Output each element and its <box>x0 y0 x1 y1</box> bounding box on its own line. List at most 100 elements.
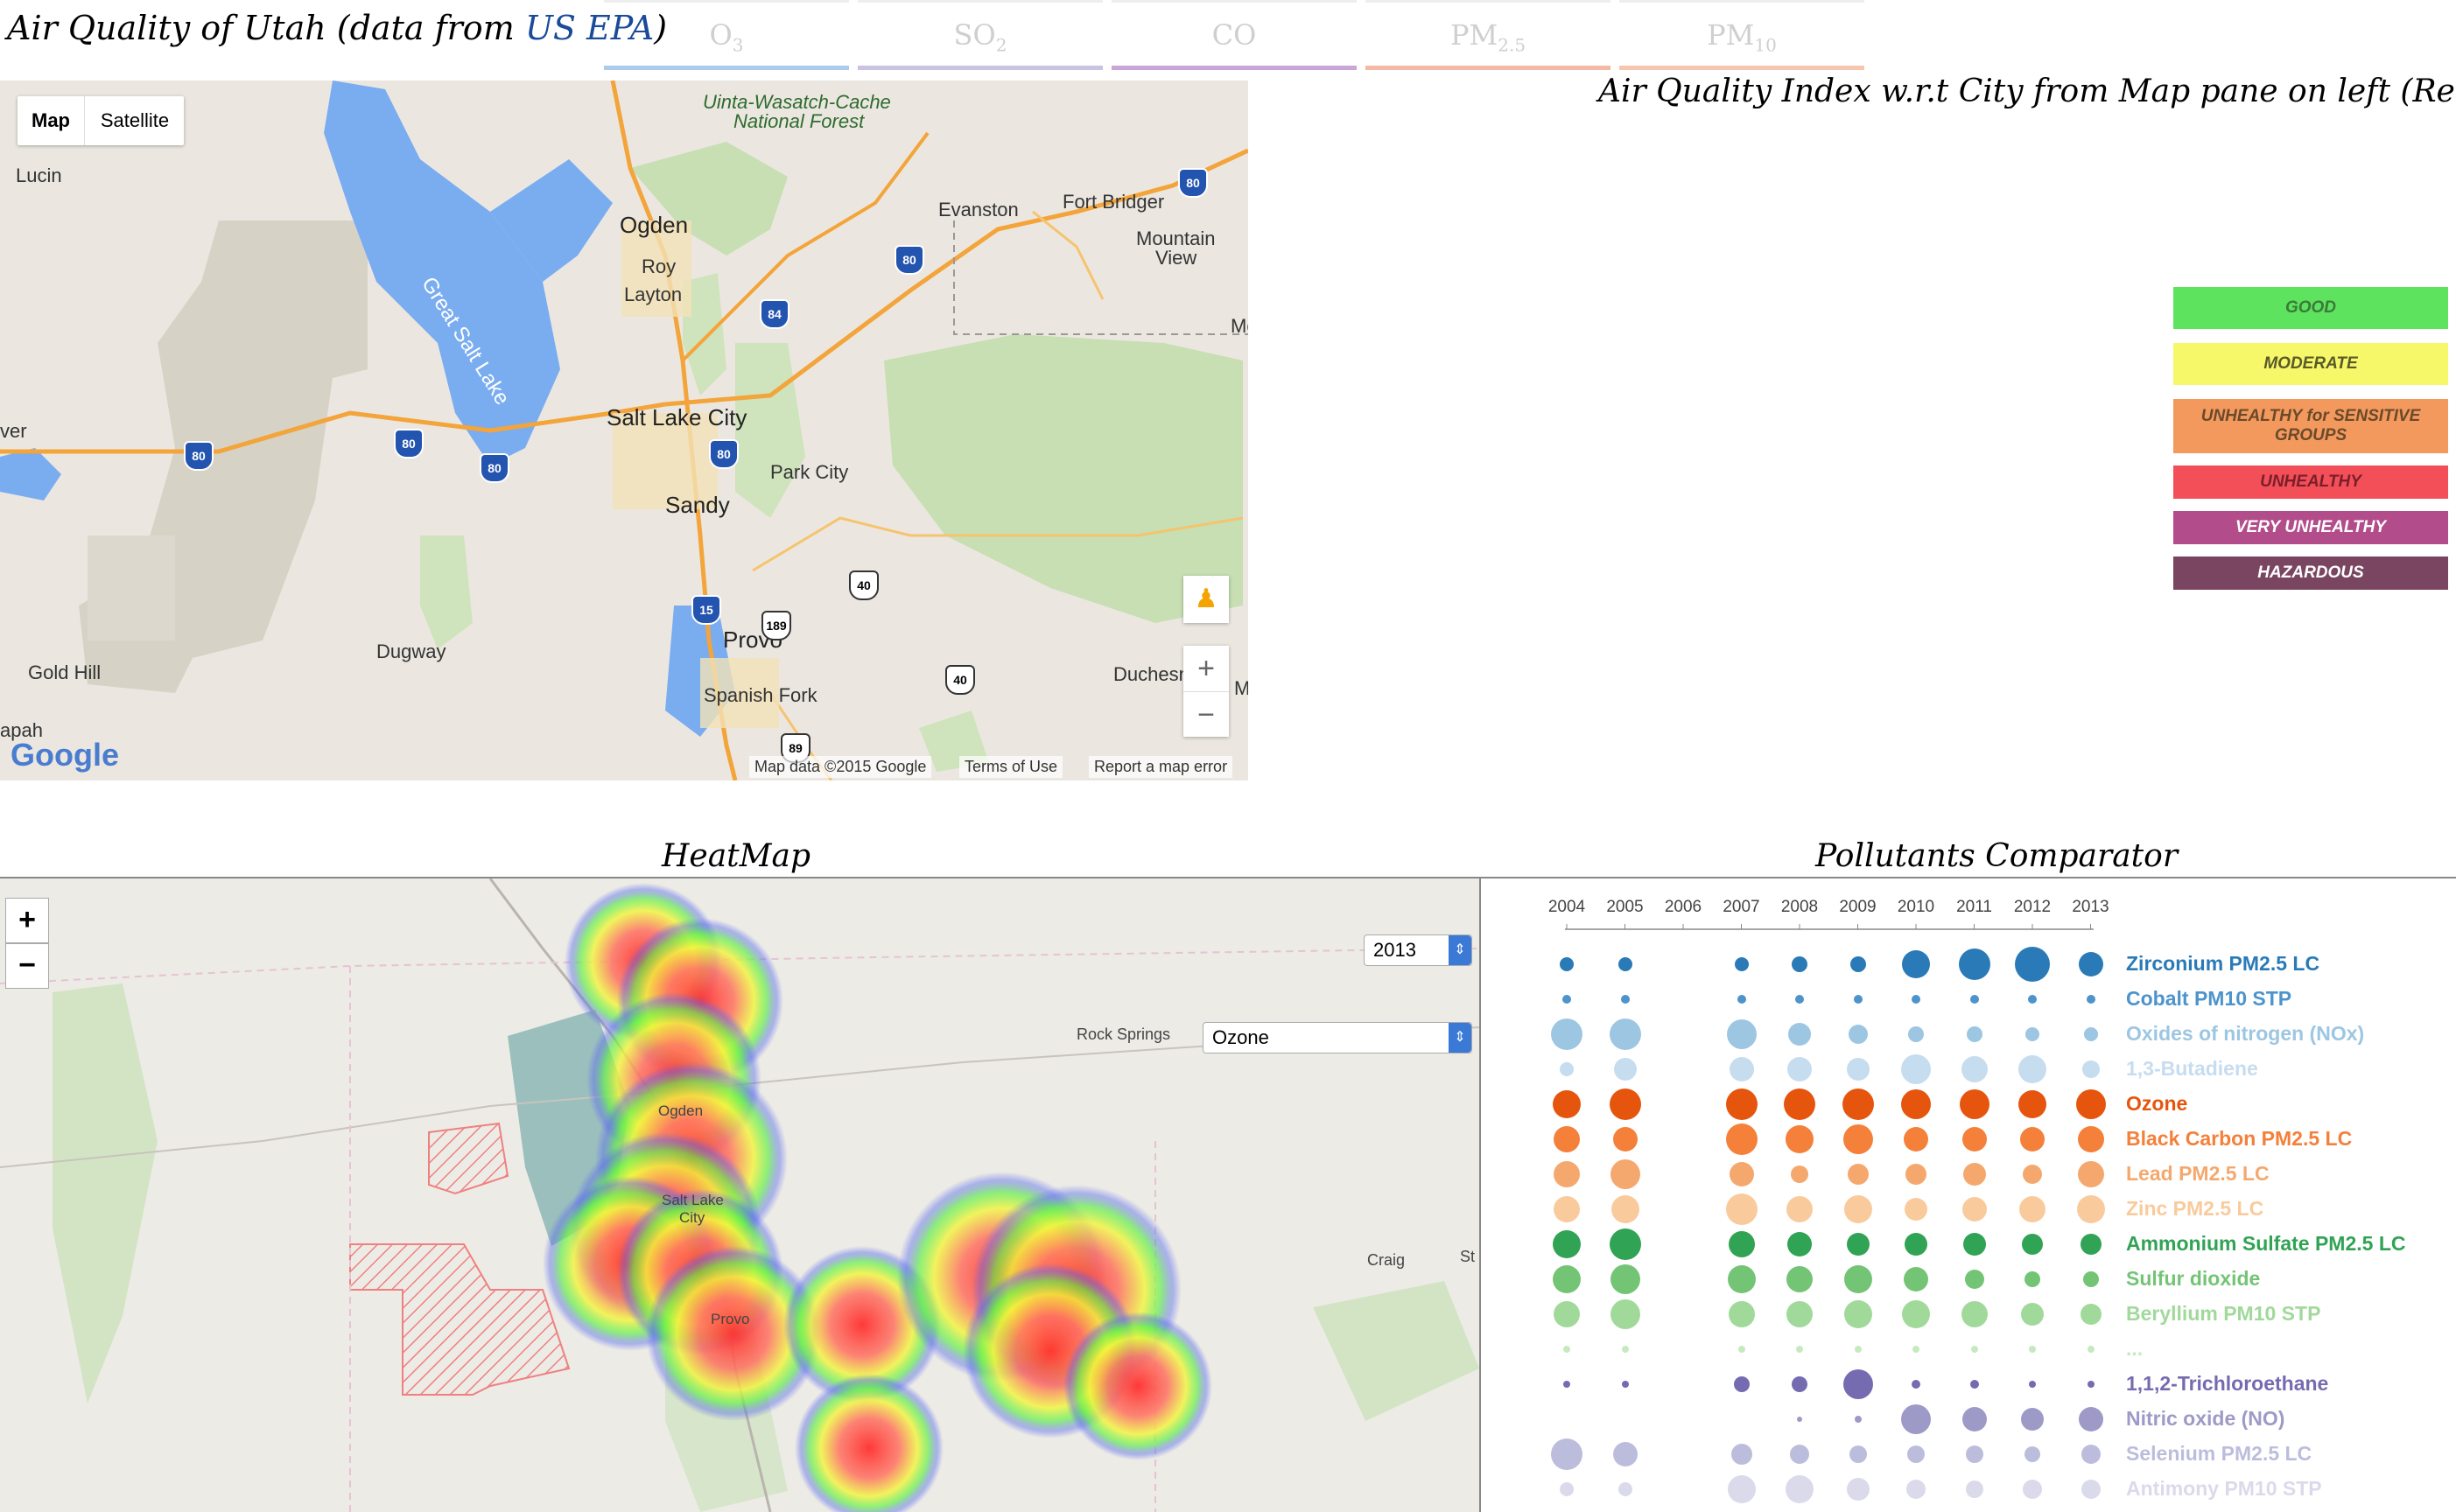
pollutant-dot[interactable] <box>1734 957 1749 971</box>
pollutant-label[interactable]: Black Carbon PM2.5 LC <box>2126 1127 2352 1151</box>
pollutant-dot[interactable] <box>1792 1376 1807 1392</box>
pollutant-dot[interactable] <box>1563 1346 1570 1353</box>
pollutant-label[interactable]: Sulfur dioxide <box>2126 1267 2260 1291</box>
pollutant-dot[interactable] <box>1848 1025 1868 1044</box>
pollutant-dot[interactable] <box>2080 1234 2102 1255</box>
pollutant-dot[interactable] <box>2024 1446 2040 1462</box>
street-view-pegman-icon[interactable]: ♟ <box>1183 576 1229 623</box>
pollutant-dot[interactable] <box>2087 1381 2095 1388</box>
pollutant-dot[interactable] <box>1728 1301 1755 1327</box>
pollutant-dot[interactable] <box>1961 1056 1988 1082</box>
pollutant-dot[interactable] <box>1609 1088 1641 1120</box>
pollutant-dot[interactable] <box>1612 1442 1638 1466</box>
pollutant-dot[interactable] <box>1621 1346 1629 1353</box>
heatmap-panel[interactable]: Ogden Salt Lake City Provo Rock Springs … <box>0 878 1479 1512</box>
pollutant-dot[interactable] <box>1791 1166 1808 1183</box>
pollutant-dot[interactable] <box>1970 1346 1978 1353</box>
pollutant-dot[interactable] <box>1610 1195 1639 1223</box>
pollutant-dot[interactable] <box>2081 1060 2100 1078</box>
pollutant-dot[interactable] <box>2022 1234 2043 1255</box>
pollutant-dot[interactable] <box>2080 1304 2102 1325</box>
pollutant-dot[interactable] <box>1962 1233 1986 1256</box>
pollutant-dot[interactable] <box>1797 1417 1802 1422</box>
pollutant-dot[interactable] <box>1842 1088 1874 1120</box>
pollutant-dot[interactable] <box>1554 1301 1580 1327</box>
pollutant-dot[interactable] <box>1901 1054 1931 1084</box>
pollutant-dot[interactable] <box>2021 1408 2044 1431</box>
pollutant-tab-4[interactable]: PM10 <box>1619 0 1864 70</box>
pollutant-dot[interactable] <box>1725 1124 1758 1155</box>
pollutant-dot[interactable] <box>1907 1446 1925 1463</box>
pollutant-dot[interactable] <box>1849 956 1866 972</box>
pollutant-dot[interactable] <box>1846 1058 1870 1081</box>
pollutant-tab-3[interactable]: PM2.5 <box>1365 0 1610 70</box>
pollutant-dot[interactable] <box>1961 1197 1987 1222</box>
pollutant-select[interactable]: Ozone ⇕ <box>1203 1022 1472 1054</box>
pollutant-dot[interactable] <box>1849 1446 1867 1463</box>
heatmap-zoom-out-button[interactable]: − <box>5 943 49 989</box>
pollutant-label[interactable]: Lead PM2.5 LC <box>2126 1162 2270 1186</box>
pollutant-dot[interactable] <box>1621 1381 1629 1388</box>
pollutant-dot[interactable] <box>1842 1124 1873 1154</box>
pollutant-label[interactable]: Antimony PM10 STP <box>2126 1477 2322 1501</box>
pollutant-dot[interactable] <box>1912 995 1920 1004</box>
pollutant-dot[interactable] <box>1792 956 1807 972</box>
pollutant-dot[interactable] <box>1853 995 1863 1004</box>
pollutant-dot[interactable] <box>1786 1266 1813 1292</box>
pollutant-dot[interactable] <box>1961 1127 1987 1152</box>
pollutant-dot[interactable] <box>1560 957 1574 971</box>
pollutant-dot[interactable] <box>1959 1089 1989 1119</box>
pollutant-dot[interactable] <box>1609 1228 1641 1260</box>
pollutant-dot[interactable] <box>1551 1018 1582 1050</box>
pollutant-dot[interactable] <box>1843 1265 1872 1293</box>
pollutant-dot[interactable] <box>1609 1018 1641 1050</box>
pollutant-dot[interactable] <box>1843 1195 1872 1223</box>
pollutant-dot[interactable] <box>1905 1164 1926 1185</box>
pollutant-dot[interactable] <box>1846 1233 1870 1256</box>
pollutant-dot[interactable] <box>1617 1482 1632 1496</box>
satellite-button[interactable]: Satellite <box>84 96 185 145</box>
pollutant-dot[interactable] <box>1790 1445 1809 1464</box>
pollutant-dot[interactable] <box>1796 1346 1803 1353</box>
pollutant-dot[interactable] <box>2020 1127 2045 1152</box>
utah-city-map[interactable]: Map Satellite Uinta-Wasatch-Cache Nation… <box>0 80 1248 780</box>
pollutant-dot[interactable] <box>1562 995 1571 1004</box>
terms-of-use-link[interactable]: Terms of Use <box>959 756 1063 778</box>
pollutant-dot[interactable] <box>1727 1265 1756 1293</box>
pollutant-dot[interactable] <box>1786 1196 1813 1222</box>
heatmap-zoom-in-button[interactable]: + <box>5 898 49 943</box>
pollutant-dot[interactable] <box>1554 1161 1580 1187</box>
pollutant-dot[interactable] <box>1905 1198 1927 1221</box>
pollutant-dot[interactable] <box>1554 1196 1580 1222</box>
pollutant-dot[interactable] <box>1610 1159 1640 1189</box>
pollutant-dot[interactable] <box>2076 1195 2105 1223</box>
pollutant-dot[interactable] <box>1786 1125 1814 1153</box>
pollutant-dot[interactable] <box>1729 1057 1754 1082</box>
pollutant-dot[interactable] <box>1842 1369 1873 1399</box>
pollutant-dot[interactable] <box>1617 957 1632 971</box>
pollutant-label[interactable]: Zirconium PM2.5 LC <box>2126 952 2319 976</box>
pollutant-dot[interactable] <box>1733 1376 1750 1392</box>
pollutant-dot[interactable] <box>2029 1381 2036 1388</box>
pollutant-dot[interactable] <box>1961 1301 1988 1327</box>
pollutant-dot[interactable] <box>2029 1346 2036 1353</box>
pollutant-dot[interactable] <box>2024 1271 2040 1287</box>
pollutant-label[interactable]: Cobalt PM10 STP <box>2126 987 2291 1011</box>
pollutant-dot[interactable] <box>2023 1480 2042 1499</box>
pollutant-dot[interactable] <box>1553 1230 1581 1258</box>
pollutant-dot[interactable] <box>1958 948 1990 980</box>
pollutant-dot[interactable] <box>2077 1161 2104 1187</box>
pollutant-dot[interactable] <box>1854 1416 1862 1423</box>
pollutant-dot[interactable] <box>1612 1127 1638 1152</box>
pollutant-dot[interactable] <box>1969 995 1979 1004</box>
map-zoom-out-button[interactable]: − <box>1183 692 1229 738</box>
year-select[interactable]: 2013 ⇕ <box>1364 934 1472 966</box>
pollutant-dot[interactable] <box>1965 1446 1983 1463</box>
report-map-error-link[interactable]: Report a map error <box>1089 756 1233 778</box>
pollutant-dot[interactable] <box>2082 1271 2099 1287</box>
pollutant-dot[interactable] <box>2078 1407 2103 1432</box>
pollutant-dot[interactable] <box>1554 1126 1580 1152</box>
pollutant-dot[interactable] <box>1551 1438 1582 1470</box>
pollutant-dot[interactable] <box>2023 1165 2042 1184</box>
pollutant-dot[interactable] <box>1737 1346 1745 1353</box>
